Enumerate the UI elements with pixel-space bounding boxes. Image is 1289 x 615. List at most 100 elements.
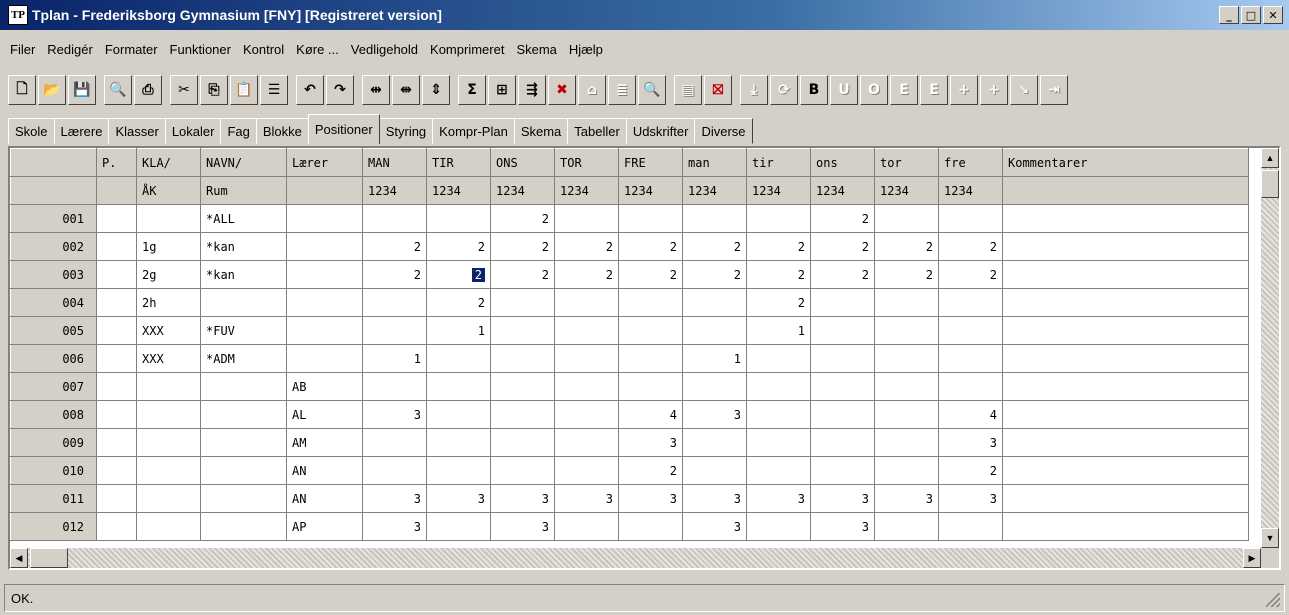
grid-cell[interactable]: 3: [554, 484, 619, 513]
grid-cell[interactable]: [490, 428, 555, 457]
menu-item-2[interactable]: Formater: [99, 42, 164, 57]
tab-styring[interactable]: Styring: [378, 118, 434, 144]
grid-cell[interactable]: [618, 344, 683, 373]
grid-cell[interactable]: [810, 372, 875, 401]
menu-item-1[interactable]: Redigér: [41, 42, 99, 57]
grid-cell[interactable]: 2: [618, 456, 683, 485]
e2-icon[interactable]: E: [920, 75, 948, 105]
minimize-button[interactable]: _: [1219, 6, 1239, 24]
grid-cell[interactable]: AN: [286, 456, 363, 485]
grid-cell[interactable]: [200, 512, 287, 541]
tab-diverse[interactable]: Diverse: [694, 118, 753, 144]
column-header[interactable]: TIR: [426, 148, 491, 177]
row-header[interactable]: 012: [10, 512, 97, 541]
row-header[interactable]: 006: [10, 344, 97, 373]
grid-cell[interactable]: [490, 288, 555, 317]
b-icon[interactable]: B: [800, 75, 828, 105]
grid-cell[interactable]: 2: [810, 232, 875, 261]
grid-cell[interactable]: [1002, 316, 1249, 345]
grid-cell[interactable]: 2: [426, 232, 491, 261]
search-icon[interactable]: 🔍: [104, 75, 132, 105]
vertical-scrollbar[interactable]: ▲ ▼: [1261, 148, 1279, 548]
grid-cell[interactable]: [96, 428, 137, 457]
grid-cell[interactable]: [200, 428, 287, 457]
grid-cell[interactable]: [682, 204, 747, 233]
grid-cell[interactable]: [938, 512, 1003, 541]
grid-cell[interactable]: 2: [810, 204, 875, 233]
grid-cell[interactable]: [286, 232, 363, 261]
grid-cell[interactable]: [746, 428, 811, 457]
grid-cell[interactable]: 1: [746, 316, 811, 345]
column-header[interactable]: KLA/: [136, 148, 201, 177]
grid-cell[interactable]: *ALL: [200, 204, 287, 233]
column-header[interactable]: [286, 176, 363, 205]
row-header[interactable]: 002: [10, 232, 97, 261]
grid-cell[interactable]: 3: [874, 484, 939, 513]
column-header[interactable]: Kommentarer: [1002, 148, 1249, 177]
grid-cell[interactable]: [746, 372, 811, 401]
grid-cell[interactable]: AP: [286, 512, 363, 541]
grid-cell[interactable]: [362, 288, 427, 317]
grid-cell[interactable]: [426, 372, 491, 401]
grid-cell[interactable]: [1002, 260, 1249, 289]
tab-lærere[interactable]: Lærere: [53, 118, 110, 144]
insert-row-icon[interactable]: ⊞: [488, 75, 516, 105]
grid-cell[interactable]: 3: [618, 428, 683, 457]
column-header[interactable]: NAVN/: [200, 148, 287, 177]
grid-cell[interactable]: [554, 372, 619, 401]
grid-cell[interactable]: [1002, 512, 1249, 541]
menu-item-9[interactable]: Hjælp: [563, 42, 609, 57]
move-icon[interactable]: ⇶: [518, 75, 546, 105]
column-header[interactable]: [96, 176, 137, 205]
menu-item-7[interactable]: Komprimeret: [424, 42, 510, 57]
column-header[interactable]: tir: [746, 148, 811, 177]
grid-cell[interactable]: [554, 456, 619, 485]
find-icon[interactable]: 🔍: [638, 75, 666, 105]
grid-cell[interactable]: [136, 204, 201, 233]
grid-cell[interactable]: [362, 428, 427, 457]
grid-cell[interactable]: 3: [682, 512, 747, 541]
grid-cell[interactable]: 2h: [136, 288, 201, 317]
grid-cell[interactable]: 3: [490, 484, 555, 513]
grid-cell[interactable]: [874, 456, 939, 485]
plus1-icon[interactable]: +: [950, 75, 978, 105]
grid-cell[interactable]: 2: [682, 260, 747, 289]
grid-cell[interactable]: 2: [874, 260, 939, 289]
grid-cell[interactable]: [200, 372, 287, 401]
grid-cell[interactable]: AN: [286, 484, 363, 513]
menu-item-0[interactable]: Filer: [4, 42, 41, 57]
o-icon[interactable]: O: [860, 75, 888, 105]
grid-cell[interactable]: [874, 512, 939, 541]
grid-cell[interactable]: [874, 204, 939, 233]
grid-cell[interactable]: 3: [426, 484, 491, 513]
horizontal-scrollbar[interactable]: ◀ ▶: [10, 548, 1261, 568]
grid-cell[interactable]: [810, 456, 875, 485]
menu-item-6[interactable]: Vedligehold: [345, 42, 424, 57]
menu-item-4[interactable]: Kontrol: [237, 42, 290, 57]
column-header[interactable]: [1002, 176, 1249, 205]
row-header[interactable]: 001: [10, 204, 97, 233]
tab-skole[interactable]: Skole: [8, 118, 55, 144]
grid-cell[interactable]: [554, 400, 619, 429]
grid-cell[interactable]: [96, 288, 137, 317]
new-icon[interactable]: 🗋: [8, 75, 36, 105]
plus2-icon[interactable]: +: [980, 75, 1008, 105]
menu-item-8[interactable]: Skema: [510, 42, 562, 57]
resize-grip-icon[interactable]: [1266, 593, 1280, 607]
sum-icon[interactable]: Σ: [458, 75, 486, 105]
tab-skema[interactable]: Skema: [513, 118, 569, 144]
column-header[interactable]: Lærer: [286, 148, 363, 177]
grid-cell[interactable]: [426, 344, 491, 373]
grid-cell[interactable]: [938, 288, 1003, 317]
row-header[interactable]: 008: [10, 400, 97, 429]
row-header[interactable]: 004: [10, 288, 97, 317]
list-icon[interactable]: ☰: [260, 75, 288, 105]
grid-cell[interactable]: XXX: [136, 316, 201, 345]
grid-cell[interactable]: [554, 428, 619, 457]
tab-lokaler[interactable]: Lokaler: [164, 118, 222, 144]
grid-cell[interactable]: 2: [554, 232, 619, 261]
grid-cell[interactable]: [96, 344, 137, 373]
grid-cell[interactable]: [746, 400, 811, 429]
column-header[interactable]: 1234: [362, 176, 427, 205]
row-header[interactable]: 010: [10, 456, 97, 485]
